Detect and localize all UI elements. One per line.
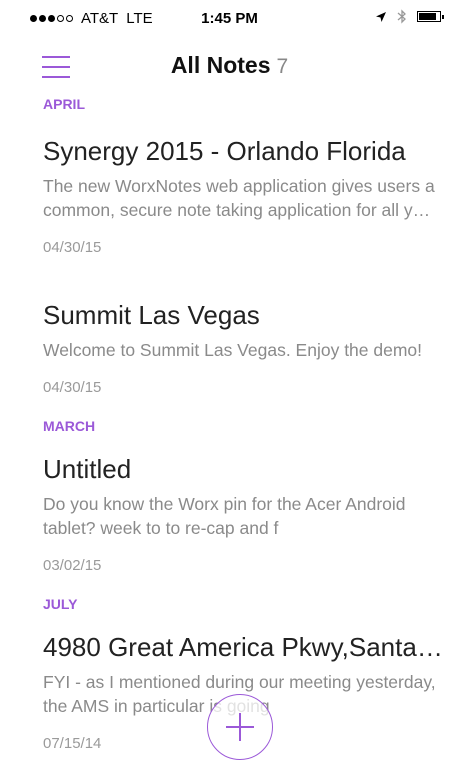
- note-title: 4980 Great America Pkwy,Santa Clara: [43, 632, 443, 662]
- note-preview: Do you know the Worx pin for the Acer An…: [43, 494, 406, 538]
- note-preview: The new WorxNotes web application gives …: [43, 176, 438, 220]
- nav-bar: All Notes 7: [0, 40, 459, 92]
- bluetooth-icon: [397, 9, 406, 24]
- page-title: All Notes 7: [0, 52, 459, 79]
- note-title: Synergy 2015 - Orlando Florida: [43, 136, 406, 166]
- add-note-button[interactable]: [207, 694, 273, 760]
- section-header-march: MARCH: [43, 418, 96, 434]
- section-header-april: APRIL: [43, 96, 85, 112]
- battery-icon: [417, 11, 444, 22]
- note-title: Untitled: [43, 454, 132, 484]
- note-item[interactable]: Summit Las Vegas Welcome to Summit Las V…: [0, 298, 459, 398]
- page-title-text: All Notes: [170, 52, 271, 78]
- note-date: 04/30/15: [43, 239, 102, 256]
- note-item[interactable]: Untitled Do you know the Worx pin for th…: [0, 452, 459, 576]
- note-item[interactable]: Synergy 2015 - Orlando Florida The new W…: [0, 134, 459, 258]
- notes-list: APRIL Synergy 2015 - Orlando Florida The…: [0, 92, 459, 754]
- status-bar: AT&T LTE 1:45 PM: [0, 0, 459, 40]
- note-date: 04/30/15: [43, 379, 102, 396]
- note-date: 03/02/15: [43, 557, 102, 574]
- note-preview: Welcome to Summit Las Vegas. Enjoy the d…: [43, 340, 423, 360]
- location-arrow-icon: [376, 11, 386, 22]
- note-title: Summit Las Vegas: [43, 300, 260, 330]
- section-header-july: JULY: [43, 596, 78, 612]
- notes-count: 7: [276, 55, 289, 78]
